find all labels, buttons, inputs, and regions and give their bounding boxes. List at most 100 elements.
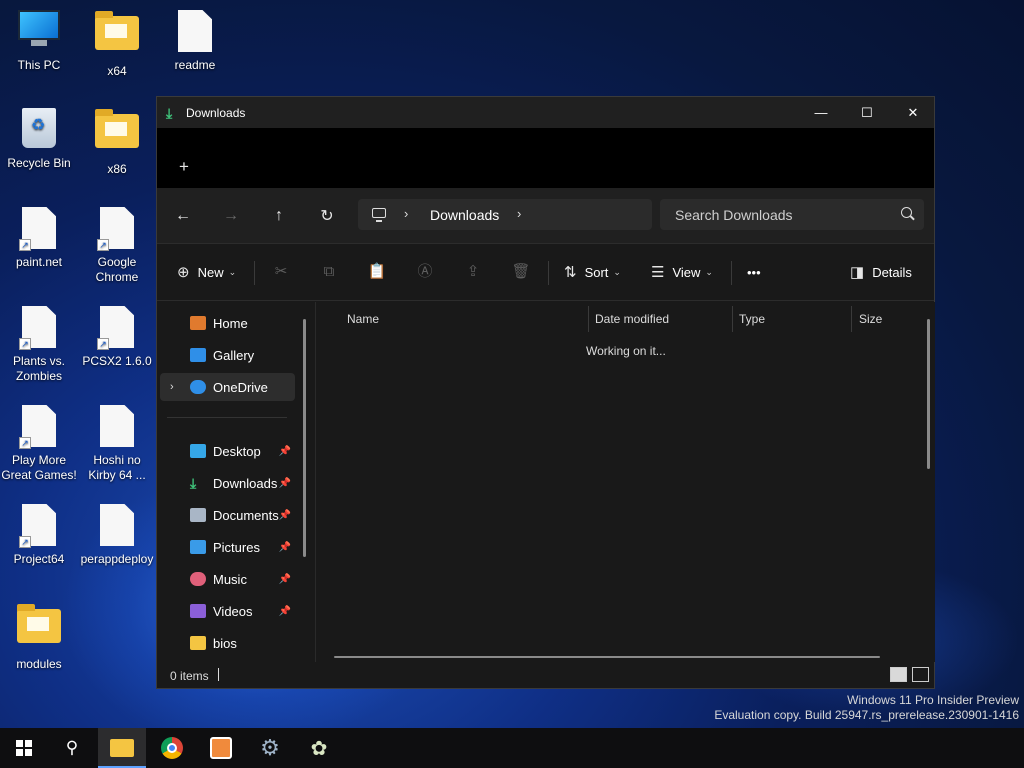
minimize-button[interactable]: — <box>798 97 844 128</box>
paint-app-icon <box>210 737 232 759</box>
chevron-down-icon: ⌄ <box>705 266 713 277</box>
desktop-icon-hoshi-no-kirby[interactable]: Hoshi no Kirby 64 ... <box>79 405 155 483</box>
sidebar-item-gallery[interactable]: Gallery <box>160 341 295 369</box>
paint-taskbar-button[interactable] <box>197 728 245 768</box>
title-bar[interactable]: ⤓ Downloads — ☐ ✕ <box>157 97 934 128</box>
gear-icon: ⚙ <box>260 735 280 760</box>
desktop-icon-perappdeploy[interactable]: perappdeploy <box>79 504 155 567</box>
column-header-date-modified[interactable]: Date modified <box>595 306 669 332</box>
details-button[interactable]: ◨ Details <box>850 260 912 284</box>
desktop-icon-this-pc[interactable]: This PC <box>1 10 77 73</box>
chevron-right-icon[interactable]: › <box>404 206 408 221</box>
sidebar-item-pictures[interactable]: Pictures 📌 <box>160 533 295 561</box>
desktop-icon-play-more-games[interactable]: ↗ Play More Great Games! <box>1 405 77 483</box>
horizontal-scrollbar[interactable] <box>334 656 880 658</box>
new-button[interactable]: ⊕ New ⌄ <box>177 260 236 284</box>
sidebar-item-home[interactable]: Home <box>160 309 295 337</box>
sort-button[interactable]: ⇅ Sort ⌄ <box>564 260 621 284</box>
back-button[interactable]: ← <box>169 204 197 228</box>
column-header-size[interactable]: Size <box>859 306 882 332</box>
divider <box>167 417 287 418</box>
game-app-icon: ✿ <box>310 737 328 760</box>
desktop-icon-google-chrome[interactable]: ↗ Google Chrome <box>79 207 155 285</box>
sidebar-item-label: Desktop <box>213 443 261 459</box>
search-placeholder: Search Downloads <box>675 207 793 223</box>
copy-icon[interactable]: ⧉ <box>319 262 339 282</box>
watermark-line: Windows 11 Pro Insider Preview <box>847 693 1019 707</box>
sidebar-item-label: Pictures <box>213 539 260 555</box>
more-icon: ••• <box>747 264 761 280</box>
sidebar-item-label: bios <box>213 635 237 651</box>
desktop-icon-label: This PC <box>17 58 61 72</box>
desktop-icon-plants-vs-zombies[interactable]: ↗ Plants vs. Zombies <box>1 306 77 384</box>
desktop-icon-label: Play More Great Games! <box>1 453 77 482</box>
desktop-icon-pcsx2[interactable]: ↗ PCSX2 1.6.0 <box>79 306 155 369</box>
address-bar: ← → ↑ ↻ › Downloads › Search Downloads <box>157 188 934 244</box>
sidebar-item-bios[interactable]: bios <box>160 629 295 657</box>
pin-icon[interactable]: 📌 <box>279 478 291 489</box>
chevron-right-icon[interactable]: › <box>517 206 521 221</box>
delete-icon[interactable]: 🗑 <box>511 262 531 282</box>
more-options-button[interactable]: ••• <box>747 260 761 284</box>
chrome-taskbar-button[interactable] <box>148 728 196 768</box>
sidebar-item-music[interactable]: Music 📌 <box>160 565 295 593</box>
forward-button[interactable]: → <box>217 204 245 228</box>
desktop-icon-modules[interactable]: modules <box>1 603 77 672</box>
large-icons-view-button[interactable] <box>912 667 929 682</box>
desktop-icon-label: Google Chrome <box>95 255 139 284</box>
settings-taskbar-button[interactable]: ⚙ <box>246 728 294 768</box>
pin-icon[interactable]: 📌 <box>279 510 291 521</box>
desktop-icon-x86[interactable]: x86 <box>79 108 155 177</box>
share-icon[interactable]: ⇪ <box>463 262 483 282</box>
new-label: New <box>197 264 224 280</box>
breadcrumb[interactable]: › Downloads › <box>358 199 652 230</box>
sidebar-item-videos[interactable]: Videos 📌 <box>160 597 295 625</box>
search-button[interactable]: ⚲ <box>48 728 96 768</box>
picture-icon <box>190 540 206 554</box>
desktop-icon-project64[interactable]: ↗ Project64 <box>1 504 77 567</box>
up-button[interactable]: ↑ <box>265 204 293 228</box>
view-button[interactable]: ☰ View ⌄ <box>651 260 713 284</box>
sidebar-item-desktop[interactable]: Desktop 📌 <box>160 437 295 465</box>
sidebar-item-label: Gallery <box>213 347 255 363</box>
breadcrumb-current[interactable]: Downloads <box>430 207 499 223</box>
details-view-button[interactable] <box>890 667 907 682</box>
column-divider[interactable] <box>588 306 589 332</box>
chevron-down-icon: ⌄ <box>228 266 237 277</box>
video-icon <box>190 604 206 618</box>
pin-icon[interactable]: 📌 <box>279 446 291 457</box>
shortcut-file-icon: ↗ <box>17 306 61 350</box>
pin-icon[interactable]: 📌 <box>279 606 291 617</box>
pin-icon[interactable]: 📌 <box>279 574 291 585</box>
sidebar-scrollbar[interactable] <box>303 319 306 557</box>
column-divider[interactable] <box>732 306 733 332</box>
cut-icon[interactable]: ✂ <box>271 262 291 282</box>
sidebar-item-onedrive[interactable]: › OneDrive <box>160 373 295 401</box>
refresh-button[interactable]: ↻ <box>313 204 341 228</box>
file-explorer-taskbar-button[interactable] <box>98 728 146 768</box>
column-header-type[interactable]: Type <box>739 306 765 332</box>
search-input[interactable]: Search Downloads <box>660 199 924 230</box>
folder-icon <box>190 636 206 650</box>
rename-icon[interactable]: Ⓐ <box>415 262 435 282</box>
plants-vs-zombies-taskbar-button[interactable]: ✿ <box>295 728 343 768</box>
desktop-icon-readme[interactable]: readme <box>157 10 233 73</box>
vertical-scrollbar[interactable] <box>927 319 930 469</box>
sidebar-item-downloads[interactable]: ⤓ Downloads 📌 <box>160 469 295 497</box>
close-button[interactable]: ✕ <box>890 97 936 128</box>
desktop-icon-x64[interactable]: x64 <box>79 10 155 79</box>
desktop-icon-paint-net[interactable]: ↗ paint.net <box>1 207 77 270</box>
sidebar-item-documents[interactable]: Documents 📌 <box>160 501 295 529</box>
column-divider[interactable] <box>851 306 852 332</box>
desktop-icon-recycle-bin[interactable]: ♻ Recycle Bin <box>1 108 77 171</box>
paste-icon[interactable]: 📋 <box>367 262 387 282</box>
maximize-button[interactable]: ☐ <box>844 97 890 128</box>
recycle-bin-icon: ♻ <box>17 108 61 152</box>
home-icon <box>190 316 206 330</box>
start-button[interactable] <box>0 728 48 768</box>
new-tab-button[interactable]: + <box>179 158 189 175</box>
pin-icon[interactable]: 📌 <box>279 542 291 553</box>
desktop-icon-label: Plants vs. Zombies <box>12 354 66 383</box>
column-header-name[interactable]: Name <box>347 306 379 332</box>
chevron-right-icon[interactable]: › <box>170 381 174 393</box>
